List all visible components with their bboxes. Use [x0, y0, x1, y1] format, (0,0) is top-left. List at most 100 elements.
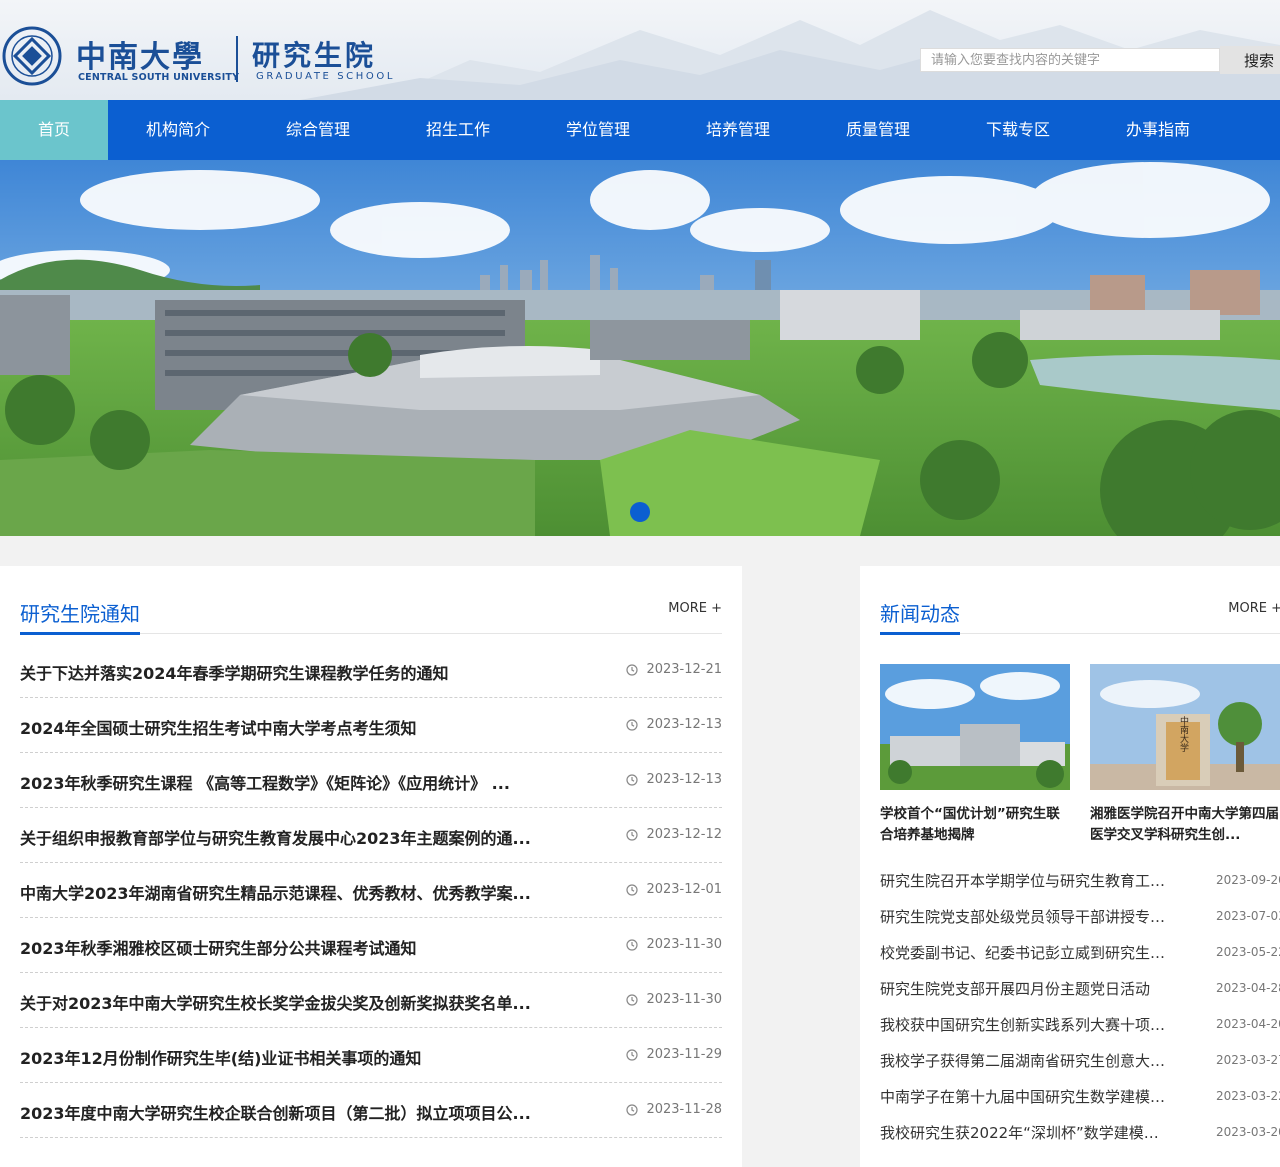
- school-name-en: GRADUATE SCHOOL: [256, 71, 395, 82]
- news-item-title[interactable]: 研究生院党支部处级党员领导干部讲授专题党课: [880, 906, 1170, 927]
- notice-item[interactable]: 关于下达并落实2024年春季学期研究生课程教学任务的通知 2023-12-21: [20, 643, 722, 698]
- notice-title[interactable]: 关于下达并落实2024年春季学期研究生课程教学任务的通知: [20, 660, 610, 684]
- notices-more-link[interactable]: MORE +: [668, 601, 722, 616]
- nav-item-degree-management[interactable]: 学位管理: [528, 100, 668, 160]
- notice-item[interactable]: 2024年全国硕士研究生招生考试中南大学考点考生须知 2023-12-13: [20, 698, 722, 753]
- clock-icon: [626, 828, 639, 841]
- news-item[interactable]: 研究生院党支部处级党员领导干部讲授专题党课 2023-07-03: [880, 902, 1280, 938]
- notice-item[interactable]: 2023年度中南大学研究生校企联合创新项目（第二批）拟立项项目公... 2023-…: [20, 1083, 722, 1138]
- notices-title-underline: [20, 632, 140, 635]
- nav-item-general-management[interactable]: 综合管理: [248, 100, 388, 160]
- notice-item[interactable]: 中南大学2023年湖南省研究生精品示范课程、优秀教材、优秀教学案... 2023-…: [20, 863, 722, 918]
- notice-date-text: 2023-12-13: [646, 717, 722, 732]
- news-panel: 新闻动态 MORE + 学校首个“国优计划”研究生联合培养基地揭牌 中南大学 湘…: [860, 566, 1280, 1167]
- nav-item-admissions[interactable]: 招生工作: [388, 100, 528, 160]
- news-item[interactable]: 中南学子在第十九届中国研究生数学建模竞赛中获佳绩 2023-03-22: [880, 1082, 1280, 1118]
- nav-item-training-management[interactable]: 培养管理: [668, 100, 808, 160]
- news-item-date: 2023-03-20: [1216, 1125, 1280, 1139]
- notice-title[interactable]: 2023年秋季研究生课程 《高等工程数学》《矩阵论》《应用统计》 ...: [20, 770, 610, 794]
- notices-title: 研究生院通知: [20, 602, 140, 626]
- news-cards: 学校首个“国优计划”研究生联合培养基地揭牌 中南大学 湘雅医学院召开中南大学第四…: [880, 664, 1280, 854]
- news-card-title: 湘雅医学院召开中南大学第四届医学交叉学科研究生创...: [1090, 806, 1279, 843]
- university-logo[interactable]: [2, 26, 62, 86]
- search-button[interactable]: 搜索: [1220, 46, 1280, 74]
- news-header: 新闻动态 MORE +: [880, 594, 1280, 635]
- notice-date: 2023-12-12: [626, 827, 722, 842]
- notice-title[interactable]: 关于对2023年中南大学研究生校长奖学金拔尖奖及创新奖拟获奖名单...: [20, 990, 610, 1014]
- news-item[interactable]: 研究生院召开本学期学位与研究生教育工作会议 2023-09-20: [880, 866, 1280, 902]
- clock-icon: [626, 773, 639, 786]
- notice-title[interactable]: 2023年度中南大学研究生校企联合创新项目（第二批）拟立项项目公...: [20, 1100, 610, 1124]
- news-more-link[interactable]: MORE +: [1228, 601, 1280, 616]
- news-item-title[interactable]: 中南学子在第十九届中国研究生数学建模竞赛中获佳绩: [880, 1086, 1170, 1107]
- nav-item-home[interactable]: 首页: [0, 100, 108, 160]
- search-input[interactable]: [920, 48, 1220, 72]
- news-item[interactable]: 我校获中国研究生创新实践系列大赛十项奖励 2023-04-20: [880, 1010, 1280, 1046]
- news-item-date: 2023-05-22: [1216, 945, 1280, 959]
- news-item-date: 2023-03-27: [1216, 1053, 1280, 1067]
- notices-panel: 研究生院通知 MORE + 关于下达并落实2024年春季学期研究生课程教学任务的…: [0, 566, 742, 1167]
- news-item[interactable]: 我校学子获得第二届湖南省研究生创意大赛佳绩 2023-03-27: [880, 1046, 1280, 1082]
- campus-photo: [0, 160, 1280, 536]
- clock-icon: [626, 883, 639, 896]
- notice-date-text: 2023-12-21: [646, 662, 722, 677]
- nav-item-guide[interactable]: 办事指南: [1088, 100, 1228, 160]
- news-item-title[interactable]: 校党委副书记、纪委书记彭立威到研究生院调研: [880, 942, 1170, 963]
- notice-date-text: 2023-11-30: [646, 992, 722, 1007]
- news-card-photo: 中南大学: [1090, 664, 1280, 790]
- news-title: 新闻动态: [880, 602, 960, 626]
- news-card-sign-text: 中南大学: [1178, 715, 1189, 752]
- notice-date: 2023-12-13: [626, 717, 722, 732]
- clock-icon: [626, 663, 639, 676]
- news-card[interactable]: 中南大学 湘雅医学院召开中南大学第四届医学交叉学科研究生创...: [1090, 664, 1280, 846]
- news-item-date: 2023-04-28: [1216, 981, 1280, 995]
- school-name-cn: 研究生院: [252, 39, 377, 72]
- university-name-cn: 中南大學: [76, 40, 204, 75]
- news-item-title[interactable]: 我校获中国研究生创新实践系列大赛十项奖励: [880, 1014, 1170, 1035]
- notice-item[interactable]: 关于组织申报教育部学位与研究生教育发展中心2023年主题案例的通... 2023-…: [20, 808, 722, 863]
- clock-icon: [626, 1103, 639, 1116]
- news-item[interactable]: 校党委副书记、纪委书记彭立威到研究生院调研 2023-05-22: [880, 938, 1280, 974]
- nav-item-downloads[interactable]: 下载专区: [948, 100, 1088, 160]
- news-item-title[interactable]: 研究生院召开本学期学位与研究生教育工作会议: [880, 870, 1170, 891]
- notice-date: 2023-12-21: [626, 662, 722, 677]
- clock-icon: [626, 718, 639, 731]
- notice-item[interactable]: 关于对2023年中南大学研究生校长奖学金拔尖奖及创新奖拟获奖名单... 2023-…: [20, 973, 722, 1028]
- news-item-title[interactable]: 研究生院党支部开展四月份主题党日活动: [880, 978, 1170, 999]
- notice-date: 2023-12-13: [626, 772, 722, 787]
- news-item[interactable]: 研究生院党支部开展四月份主题党日活动 2023-04-28: [880, 974, 1280, 1010]
- nav-item-quality-management[interactable]: 质量管理: [808, 100, 948, 160]
- nav-item-about[interactable]: 机构简介: [108, 100, 248, 160]
- notice-date: 2023-11-28: [626, 1102, 722, 1117]
- notice-title[interactable]: 关于组织申报教育部学位与研究生教育发展中心2023年主题案例的通...: [20, 825, 610, 849]
- notice-date-text: 2023-12-12: [646, 827, 722, 842]
- notice-date-text: 2023-12-01: [646, 882, 722, 897]
- notice-date: 2023-12-01: [626, 882, 722, 897]
- notice-item[interactable]: 2023年12月份制作研究生毕(结)业证书相关事项的通知 2023-11-29: [20, 1028, 722, 1083]
- news-list: 研究生院召开本学期学位与研究生教育工作会议 2023-09-20 研究生院党支部处级…: [880, 866, 1280, 1154]
- notice-title[interactable]: 中南大学2023年湖南省研究生精品示范课程、优秀教材、优秀教学案...: [20, 880, 610, 904]
- notice-date-text: 2023-11-29: [646, 1047, 722, 1062]
- clock-icon: [626, 1048, 639, 1061]
- notice-date-text: 2023-12-13: [646, 772, 722, 787]
- carousel-indicator[interactable]: [630, 502, 650, 522]
- news-item[interactable]: 我校研究生获2022年“深圳杯”数学建模挑战赛奖项 2023-03-20: [880, 1118, 1280, 1154]
- notice-date: 2023-11-29: [626, 1047, 722, 1062]
- notice-date-text: 2023-11-28: [646, 1102, 722, 1117]
- notice-title[interactable]: 2024年全国硕士研究生招生考试中南大学考点考生须知: [20, 715, 610, 739]
- news-item-title[interactable]: 我校研究生获2022年“深圳杯”数学建模挑战赛奖项: [880, 1122, 1170, 1143]
- notice-title[interactable]: 2023年秋季湘雅校区硕士研究生部分公共课程考试通知: [20, 935, 610, 959]
- notice-item[interactable]: 2023年秋季研究生课程 《高等工程数学》《矩阵论》《应用统计》 ... 2023…: [20, 753, 722, 808]
- clock-icon: [626, 938, 639, 951]
- hero-banner[interactable]: [0, 160, 1280, 536]
- notice-item[interactable]: 2023年秋季湘雅校区硕士研究生部分公共课程考试通知 2023-11-30: [20, 918, 722, 973]
- news-item-date: 2023-07-03: [1216, 909, 1280, 923]
- university-name-en: CENTRAL SOUTH UNIVERSITY: [78, 72, 240, 83]
- university-seal-icon: [2, 26, 62, 86]
- site-header: 中南大學 CENTRAL SOUTH UNIVERSITY 研究生院 GRADU…: [0, 0, 1280, 100]
- notice-date: 2023-11-30: [626, 937, 722, 952]
- notice-title[interactable]: 2023年12月份制作研究生毕(结)业证书相关事项的通知: [20, 1045, 610, 1069]
- news-card[interactable]: 学校首个“国优计划”研究生联合培养基地揭牌: [880, 664, 1070, 846]
- notice-date: 2023-11-30: [626, 992, 722, 1007]
- news-item-title[interactable]: 我校学子获得第二届湖南省研究生创意大赛佳绩: [880, 1050, 1170, 1071]
